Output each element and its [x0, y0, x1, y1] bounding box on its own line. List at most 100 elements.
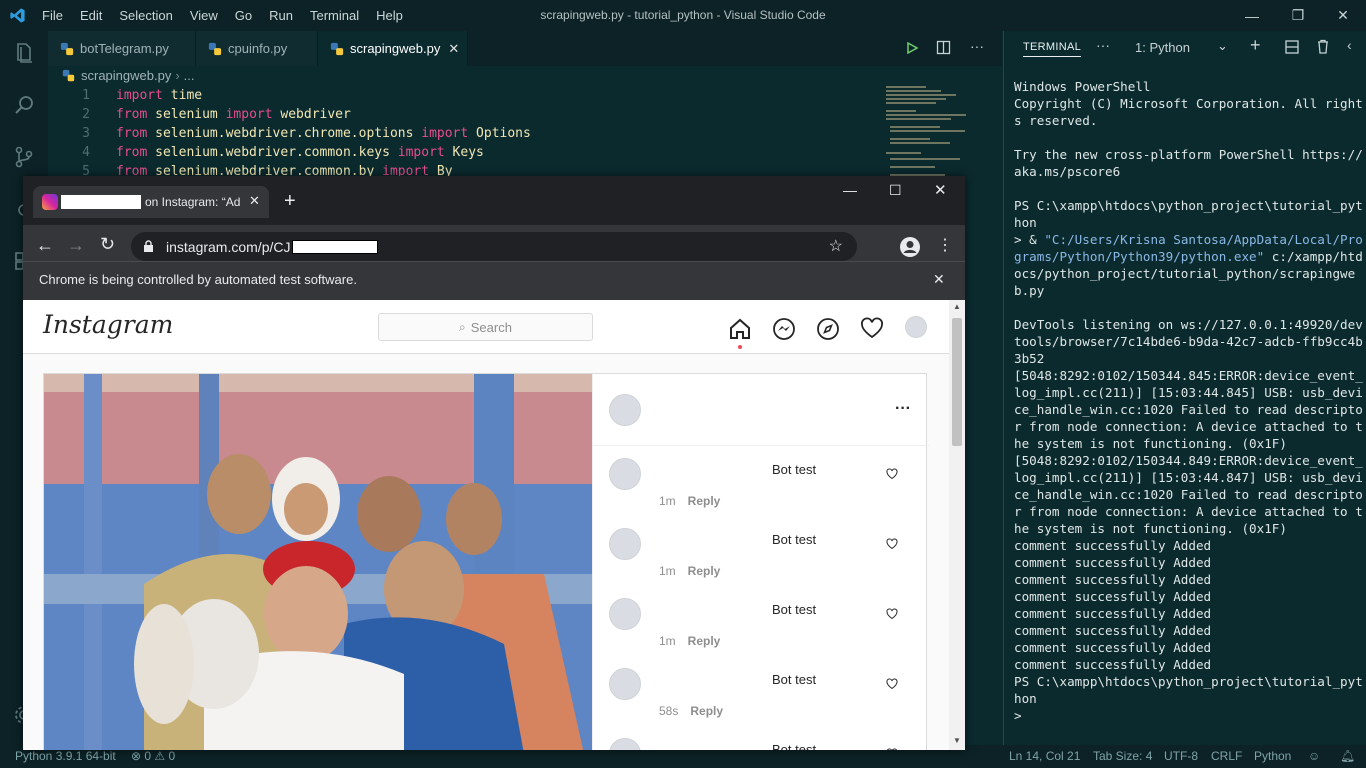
like-heart-icon[interactable] — [886, 468, 898, 480]
comment-text: Bot test — [772, 462, 817, 477]
like-heart-icon[interactable] — [886, 538, 898, 550]
browser-tab[interactable]: on Instagram: “Ad ✕ — [33, 186, 269, 218]
explorer-icon[interactable] — [12, 41, 36, 65]
scroll-down-arrow-icon[interactable]: ▼ — [953, 736, 961, 745]
commenter-avatar[interactable] — [609, 738, 641, 750]
minimize-button[interactable]: — — [1229, 0, 1275, 31]
tab-label: botTelegram.py — [80, 41, 169, 56]
new-tab-button[interactable]: + — [284, 190, 296, 213]
tab-terminal[interactable]: TERMINAL — [1023, 41, 1082, 57]
cursor-position[interactable]: Ln 14, Col 21 — [1009, 749, 1080, 763]
terminal-line: PS C:\xampp\htdocs\python_project\tutori… — [1014, 198, 1363, 230]
back-arrow-icon[interactable]: ← — [36, 235, 54, 256]
tab-cpuinfo[interactable]: cpuinfo.py — [196, 31, 318, 66]
close-infobar-icon[interactable]: ✕ — [933, 271, 945, 288]
reply-link[interactable]: Reply — [688, 634, 721, 648]
python-interpreter[interactable]: Python 3.9.1 64-bit — [15, 749, 116, 763]
notification-dot — [738, 345, 742, 349]
messenger-icon[interactable] — [772, 317, 796, 341]
search-input[interactable]: ⌕ Search — [378, 313, 593, 341]
run-python-icon[interactable] — [905, 41, 919, 55]
commenter-avatar[interactable] — [609, 458, 641, 490]
terminal-line: comment successfully Added — [1014, 538, 1212, 553]
notifications-bell-icon[interactable]: 🔔︎ — [1340, 749, 1355, 763]
post-options-icon[interactable]: ··· — [895, 400, 911, 418]
window-title: scrapingweb.py - tutorial_python - Visua… — [540, 8, 826, 22]
tab-bottelegram[interactable]: botTelegram.py — [48, 31, 196, 66]
code-token: import — [116, 88, 163, 103]
split-editor-icon[interactable] — [936, 40, 951, 55]
tab-size[interactable]: Tab Size: 4 — [1093, 749, 1152, 763]
instagram-header: Instagram ⌕ Search — [23, 300, 949, 354]
profile-avatar[interactable] — [905, 316, 927, 338]
terminal-line: DevTools listening on ws://127.0.0.1:499… — [1014, 317, 1363, 366]
panel-more-icon[interactable]: ··· — [1096, 37, 1110, 53]
code-token: Options — [468, 126, 531, 141]
feedback-icon[interactable]: ☺ — [1308, 749, 1320, 763]
terminal-line: Try the new cross-platform PowerShell ht… — [1014, 147, 1363, 179]
source-control-icon[interactable] — [12, 145, 36, 169]
panel-header: TERMINAL ··· 1: Python ⌄ + ‹ — [1004, 31, 1366, 66]
close-window-button[interactable]: ✕ — [1320, 0, 1366, 31]
redacted-username — [61, 195, 141, 209]
commenter-avatar[interactable] — [609, 528, 641, 560]
maximize-button[interactable]: ☐ — [889, 182, 902, 199]
chevron-down-icon[interactable]: ⌄ — [1217, 38, 1228, 54]
chrome-menu-icon[interactable]: ⋮ — [937, 235, 953, 255]
breadcrumb-symbol[interactable]: ... — [184, 68, 195, 83]
code-token: from — [116, 126, 148, 141]
like-heart-icon[interactable] — [886, 678, 898, 690]
minimize-button[interactable]: — — [843, 182, 857, 198]
scrollbar-thumb[interactable] — [952, 318, 962, 446]
close-tab-icon[interactable]: ✕ — [249, 193, 260, 209]
chevron-left-icon[interactable]: ‹ — [1347, 37, 1352, 53]
post-author-avatar[interactable] — [609, 394, 641, 426]
breadcrumb-file[interactable]: scrapingweb.py — [81, 68, 171, 83]
home-icon[interactable] — [728, 317, 752, 341]
instagram-logo[interactable]: Instagram — [43, 310, 173, 339]
browser-tab-title: on Instagram: “Ad — [145, 195, 241, 209]
line-ending[interactable]: CRLF — [1211, 749, 1242, 763]
terminal-line: Windows PowerShell — [1014, 79, 1151, 94]
reload-icon[interactable]: ↻ — [100, 234, 115, 255]
restore-button[interactable]: ❐ — [1275, 0, 1321, 31]
problems-count[interactable]: ⊗ 0 ⚠ 0 — [131, 749, 175, 763]
comment-text: Bot test — [772, 742, 817, 750]
like-heart-icon[interactable] — [886, 608, 898, 620]
explore-compass-icon[interactable] — [816, 317, 840, 341]
close-tab-icon[interactable]: ✕ — [448, 41, 459, 57]
code-text: import time — [116, 86, 202, 105]
reply-link[interactable]: Reply — [690, 704, 723, 718]
new-terminal-icon[interactable]: + — [1250, 35, 1261, 56]
trash-icon[interactable] — [1316, 39, 1330, 54]
encoding[interactable]: UTF-8 — [1164, 749, 1198, 763]
bookmark-star-icon[interactable]: ☆ — [829, 236, 843, 256]
reply-link[interactable]: Reply — [688, 494, 721, 508]
code-text: from selenium.webdriver.chrome.options i… — [116, 124, 531, 143]
reply-link[interactable]: Reply — [688, 564, 721, 578]
line-number: 3 — [82, 126, 90, 141]
split-terminal-icon[interactable] — [1285, 40, 1299, 54]
terminal-output[interactable]: Windows PowerShell Copyright (C) Microsof… — [1014, 78, 1364, 724]
scroll-up-arrow-icon[interactable]: ▲ — [953, 302, 961, 311]
like-heart-icon[interactable] — [886, 748, 898, 750]
terminal-line: PS C:\xampp\htdocs\python_project\tutori… — [1014, 674, 1363, 706]
language-mode[interactable]: Python — [1254, 749, 1291, 763]
address-bar[interactable]: instagram.com/p/CJ ☆ — [131, 232, 857, 261]
more-actions-icon[interactable]: ··· — [970, 38, 984, 54]
post-photo[interactable] — [44, 374, 592, 750]
terminal-line: comment successfully Added — [1014, 640, 1212, 655]
search-icon[interactable] — [12, 93, 36, 117]
terminal-shell-select[interactable]: 1: Python — [1135, 40, 1190, 55]
heart-activity-icon[interactable] — [860, 317, 884, 341]
tab-scrapingweb[interactable]: scrapingweb.py ✕ — [318, 31, 468, 66]
close-window-button[interactable]: ✕ — [934, 181, 947, 199]
profile-avatar-icon[interactable] — [899, 236, 921, 258]
page-scrollbar[interactable]: ▲ ▼ — [949, 300, 965, 750]
forward-arrow-icon[interactable]: → — [67, 235, 85, 256]
title-bar: File Edit Selection View Go Run Terminal Help s… — [0, 0, 1366, 31]
commenter-avatar[interactable] — [609, 598, 641, 630]
code-token: selenium — [147, 107, 226, 122]
commenter-avatar[interactable] — [609, 668, 641, 700]
